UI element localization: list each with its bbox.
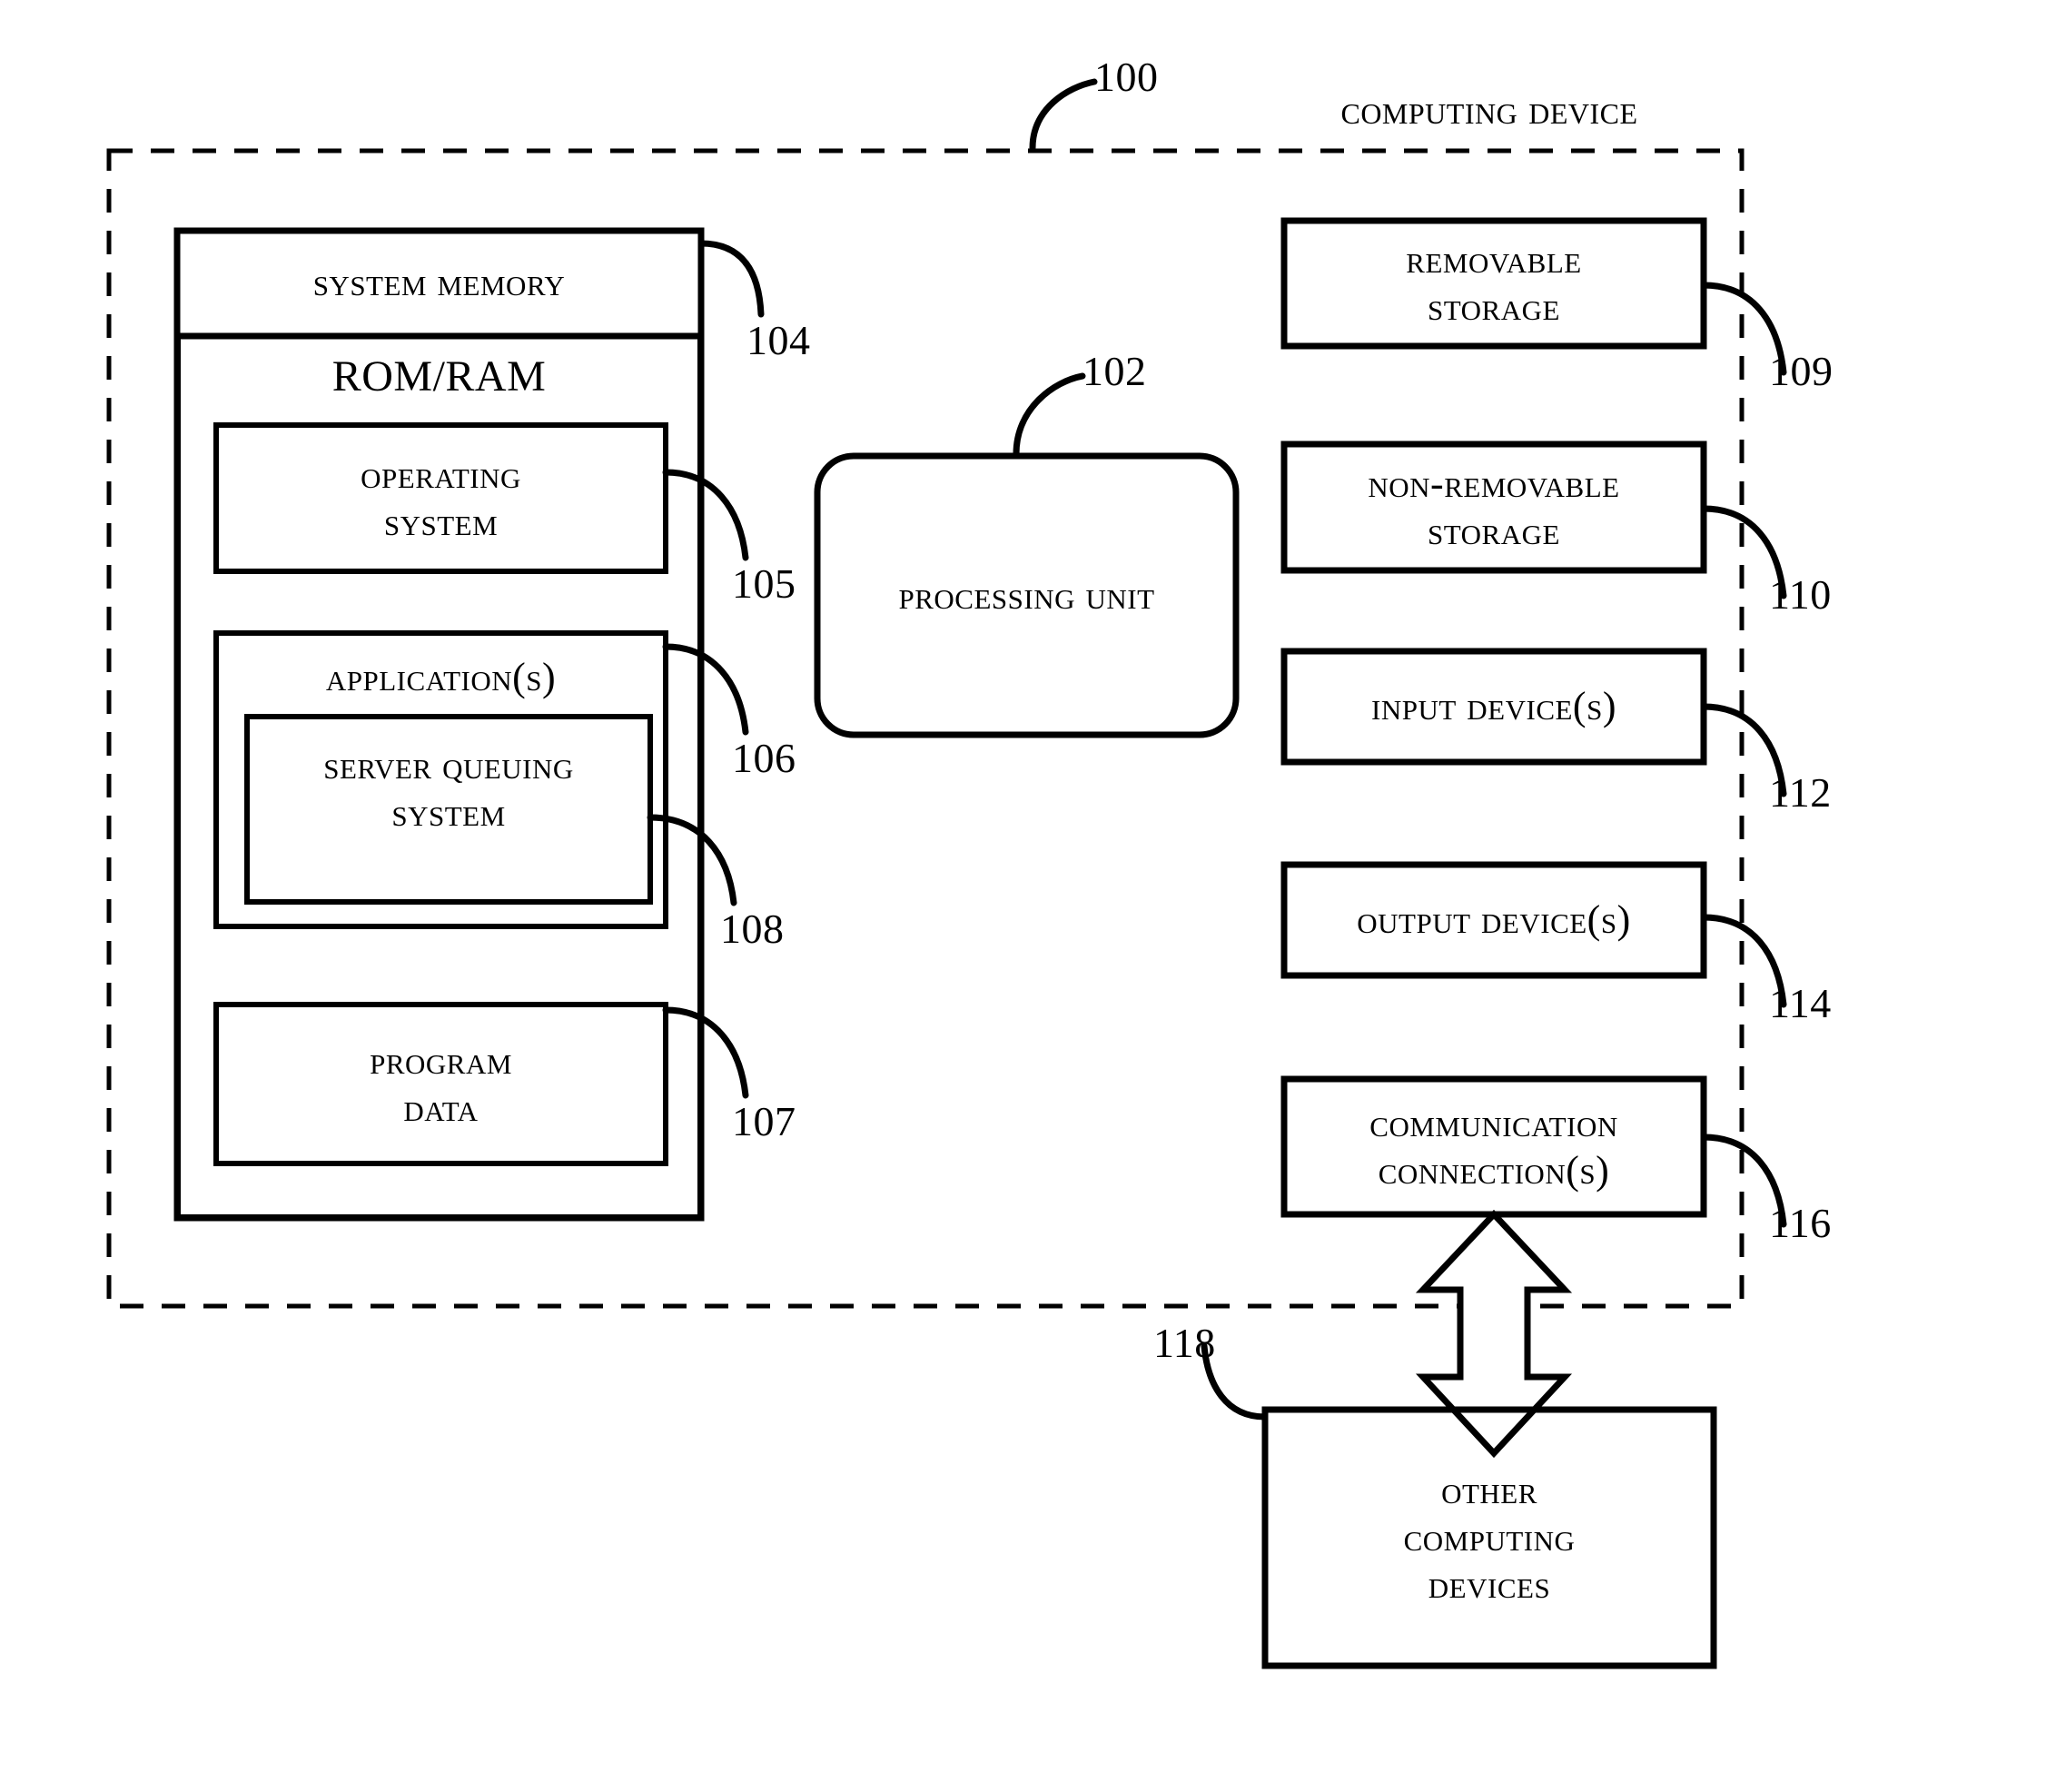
ref-109: 109 <box>1769 348 1834 394</box>
communication-connections-box <box>1280 1075 1707 1218</box>
output-devices-box <box>1280 861 1707 979</box>
computing-device-boundary <box>106 148 1745 1309</box>
ref-106: 106 <box>732 735 796 781</box>
ref-104: 104 <box>746 317 811 363</box>
applications-box <box>213 630 668 929</box>
leader-line-105 <box>662 469 749 561</box>
leader-line-108 <box>647 814 737 906</box>
patent-figure-canvas: Computing Device 100 System Memory 104 R… <box>0 0 2056 1792</box>
server-queuing-system-box <box>244 714 653 905</box>
removable-storage-box <box>1280 217 1707 350</box>
ref-108: 108 <box>720 906 785 952</box>
leader-line-106 <box>662 643 749 736</box>
processing-unit-box <box>814 452 1240 738</box>
leader-line-104 <box>697 240 765 318</box>
ref-112: 112 <box>1769 769 1832 816</box>
non-removable-storage-box <box>1280 441 1707 574</box>
rom-ram-box <box>175 333 703 1220</box>
program-data-box <box>213 1002 668 1166</box>
system-memory-box <box>173 227 705 1222</box>
leader-line-107 <box>662 1006 749 1099</box>
bidirectional-arrow <box>1415 1209 1573 1459</box>
ref-100: 100 <box>1094 54 1159 100</box>
diagram-vector-layer <box>106 78 1787 1669</box>
ref-114: 114 <box>1769 980 1832 1026</box>
ref-102: 102 <box>1082 348 1147 394</box>
ref-116: 116 <box>1769 1200 1832 1246</box>
ref-118: 118 <box>1153 1320 1216 1366</box>
leader-line-102 <box>1013 372 1086 458</box>
input-devices-box <box>1280 648 1707 766</box>
ref-110: 110 <box>1769 571 1832 618</box>
leader-line-100 <box>1029 78 1098 152</box>
ref-107: 107 <box>732 1098 796 1144</box>
ref-105: 105 <box>732 560 796 607</box>
operating-system-box <box>213 422 668 574</box>
